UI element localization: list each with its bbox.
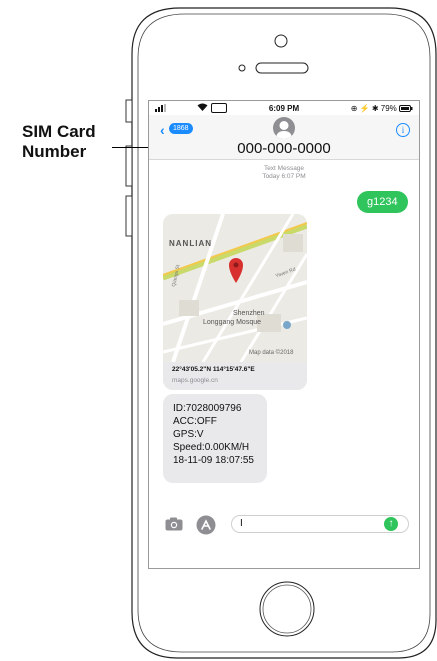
thread-meta: Text Message Today 6:07 PM (149, 165, 419, 181)
incoming-message[interactable]: ID:7028009796 ACC:OFF GPS:V Speed:0.00KM… (163, 394, 267, 483)
app-store-icon[interactable] (196, 515, 216, 540)
back-chevron-icon[interactable]: ‹ (160, 122, 165, 138)
status-bar: 6:09 PM ⊕ ⚡ ✱ 79% (149, 101, 419, 115)
callout-line-1: SIM Card (22, 122, 96, 141)
callout-line-2: Number (22, 142, 87, 161)
status-right-cluster: ⊕ ⚡ ✱ 79% (351, 104, 413, 113)
meta-label: Text Message (263, 165, 305, 172)
map-pin-icon (227, 256, 245, 289)
map-domain: maps.google.cn (172, 377, 218, 384)
outgoing-message[interactable]: g1234 (357, 191, 408, 213)
map-credit: Map data ©2018 (249, 350, 294, 356)
contact-number[interactable]: 000-000-0000 (149, 140, 419, 157)
incoming-line-acc: ACC:OFF (173, 416, 217, 427)
avatar-icon[interactable] (273, 117, 295, 139)
map-place-shenzhen: Shenzhen (233, 310, 265, 317)
message-input[interactable]: I (231, 515, 409, 533)
sim-card-callout: SIM Card Number (22, 122, 96, 162)
map-place-mosque: Longgang Mosque (203, 319, 261, 326)
info-icon[interactable]: i (396, 123, 410, 137)
send-icon[interactable]: ↑ (384, 517, 398, 531)
camera-icon[interactable] (165, 517, 183, 536)
back-unread-badge[interactable]: 1868 (169, 123, 193, 134)
conversation-header: ‹ 1868 000-000-0000 i (149, 115, 419, 160)
incoming-line-speed: Speed:0.00KM/H (173, 442, 250, 453)
composer-bar: I ↑ (149, 507, 419, 543)
battery-percent: 79% (380, 104, 397, 113)
map-coordinates: 22°43'05.2"N 114°15'47.6"E (172, 366, 255, 373)
meta-time: Today 6:07 PM (262, 173, 306, 180)
map-preview-card[interactable]: NANLIAN Yiwen Rd Qiaogu St Shenzhen Long… (163, 214, 307, 390)
incoming-line-timestamp: 18-11-09 18:07:55 (173, 455, 254, 466)
incoming-line-id: ID:7028009796 (173, 403, 242, 414)
phone-screen: 6:09 PM ⊕ ⚡ ✱ 79% ‹ 1868 000-000-0000 i … (148, 100, 420, 569)
bluetooth-icon: ⊕ ⚡ ✱ (350, 104, 379, 113)
incoming-line-gps: GPS:V (173, 429, 204, 440)
map-label-nanlian: NANLIAN (169, 239, 212, 248)
